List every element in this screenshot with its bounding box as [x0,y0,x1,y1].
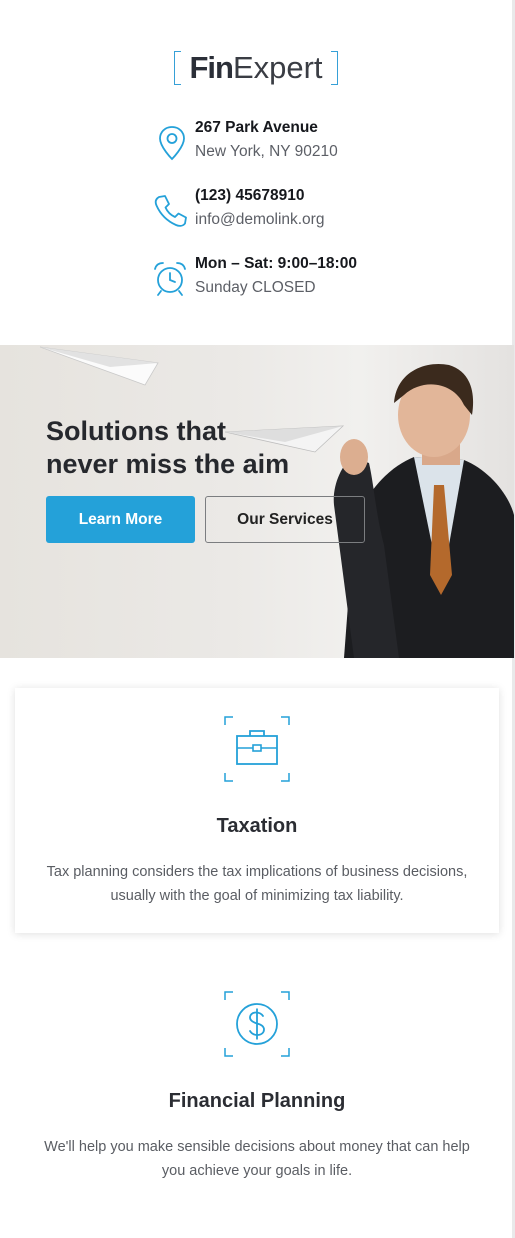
logo-fin-text: Fin [189,50,233,85]
learn-more-button[interactable]: Learn More [46,496,195,543]
hero-title-line2: never miss the aim [46,449,290,479]
service-description-line1: We'll help you make sensible decisions a… [44,1139,470,1155]
hours-sunday: Sunday CLOSED [195,279,316,296]
service-title: Taxation [216,815,298,837]
contact-address: 267 Park Avenue New York, NY 90210 [150,119,480,169]
email-link[interactable]: info@demolink.org [195,211,324,229]
service-card-taxation[interactable]: Taxation Tax planning considers the tax … [15,688,499,933]
service-card-financial-planning[interactable]: Financial Planning We'll help you make s… [15,963,499,1208]
service-description-line1: Tax planning considers the tax implicati… [46,864,468,880]
service-description-line2: you achieve your goals in life. [161,1163,353,1179]
service-description-line2: usually with the goal of minimizing tax … [110,888,404,904]
dollar-coin-icon [224,991,290,1057]
logo-expert-text: Expert [232,50,323,85]
phone-number[interactable]: (123) 45678910 [195,187,304,205]
hero-title: Solutions that never miss the aim [46,415,289,481]
phone-icon [154,195,187,227]
service-description: Tax planning considers the tax implicati… [37,860,477,908]
hours-weekdays: Mon – Sat: 9:00–18:00 [195,255,357,272]
hero-banner: Solutions that never miss the aim Learn … [0,345,514,658]
contact-hours: Mon – Sat: 9:00–18:00 Sunday CLOSED [150,255,480,305]
brand-logo[interactable]: Fin Expert [0,50,512,90]
alarm-clock-icon [154,262,186,296]
service-description: We'll help you make sensible decisions a… [37,1135,477,1183]
logo-bracket-left [174,51,182,85]
contact-phone: (123) 45678910 info@demolink.org [150,187,480,237]
service-title: Financial Planning [168,1090,346,1112]
our-services-button[interactable]: Our Services [205,496,365,543]
address-line1: 267 Park Avenue [195,119,318,136]
hero-title-line1: Solutions that [46,416,226,446]
address-line2: New York, NY 90210 [195,143,338,160]
paper-plane-image [40,346,159,386]
logo-bracket-right [330,51,338,85]
briefcase-icon [224,716,290,782]
map-pin-icon [159,126,185,161]
